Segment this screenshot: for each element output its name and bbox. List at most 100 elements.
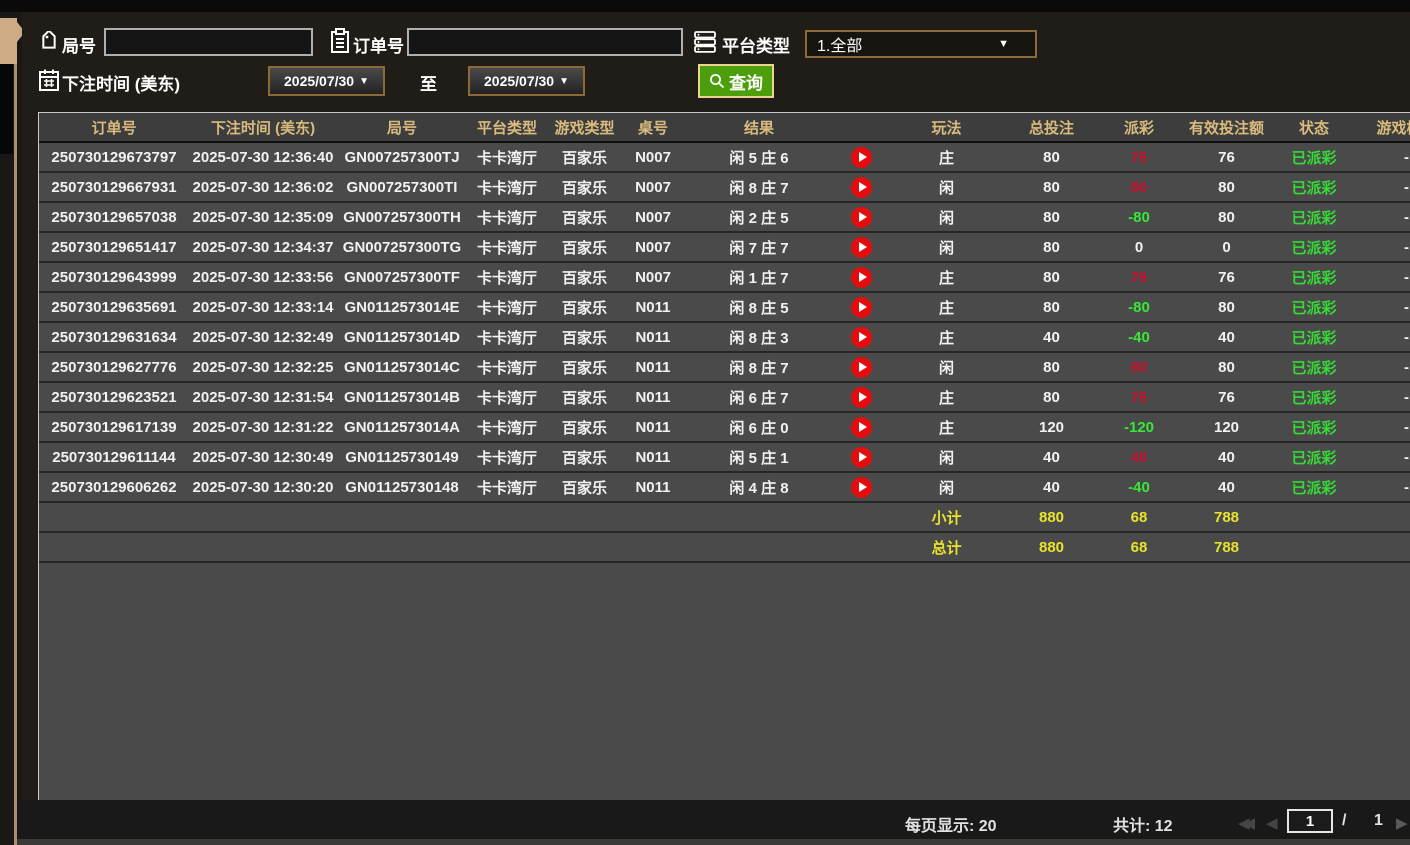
cell-table-no: N011	[635, 418, 671, 436]
cell-result: 闲 8 庄 3	[729, 329, 789, 347]
cell-platform: 卡卡湾厅	[476, 419, 537, 437]
order-no-input[interactable]	[407, 28, 683, 56]
cell-bet-time: 2025-07-30 12:31:22	[192, 418, 334, 436]
cell-table-no: N011	[635, 448, 671, 466]
cell-platform: 卡卡湾厅	[476, 389, 537, 407]
cell-bet-on: 庄	[938, 389, 954, 407]
date-to-picker[interactable]: 2025/07/30 ▼	[468, 66, 585, 96]
cell-round-no: GN0112573014D	[344, 328, 460, 346]
cell-bet-time: 2025-07-30 12:33:14	[192, 298, 334, 316]
cell-game-mode: -	[1404, 178, 1409, 196]
next-page-button[interactable]: ▶	[1396, 814, 1408, 832]
cell-platform: 卡卡湾厅	[476, 449, 537, 467]
table-row: 250730129651417 2025-07-30 12:34:37 GN00…	[39, 233, 1410, 263]
cell-status: 已派彩	[1291, 479, 1337, 497]
cell-order-no: 250730129617139	[51, 418, 177, 436]
query-button[interactable]: 查询	[698, 64, 774, 98]
cell-replay	[834, 206, 889, 228]
bet-time-label: 下注时间 (美东)	[62, 75, 181, 94]
prev-page-button[interactable]: ◀	[1266, 814, 1278, 832]
cell-total-bet: 80	[1043, 208, 1060, 226]
side-notch	[0, 64, 13, 154]
records-panel: 局号 订单号 平台类型 1.全部 ▼ 下注时间 (美东) 2025/07/30 …	[22, 12, 1410, 845]
play-icon[interactable]	[851, 356, 872, 378]
cell-valid-bet: 80	[1218, 178, 1235, 196]
cell-valid-bet: 40	[1218, 478, 1235, 496]
cell-valid-bet: 76	[1218, 388, 1235, 406]
cell-result: 闲 1 庄 7	[729, 269, 789, 287]
play-icon[interactable]	[851, 326, 872, 348]
cell-status: 已派彩	[1291, 329, 1337, 347]
cell-bet-on: 闲	[938, 179, 954, 197]
first-page-button[interactable]: ◀◀	[1238, 814, 1255, 832]
table-row: 250730129627776 2025-07-30 12:32:25 GN01…	[39, 353, 1410, 383]
summary-total-bet: 880	[1038, 538, 1065, 556]
play-icon[interactable]	[851, 266, 872, 288]
cell-bet-on: 闲	[938, 359, 954, 377]
search-icon	[709, 73, 725, 89]
play-icon[interactable]	[851, 446, 872, 468]
cell-valid-bet: 40	[1218, 448, 1235, 466]
cell-valid-bet: 0	[1222, 238, 1231, 256]
header-platform: 平台类型	[476, 119, 537, 137]
play-icon[interactable]	[851, 416, 872, 438]
summary-label: 总计	[931, 539, 962, 557]
cell-game-type: 百家乐	[561, 149, 607, 167]
cell-result: 闲 5 庄 1	[729, 449, 789, 467]
cell-round-no: GN007257300TJ	[344, 148, 460, 166]
cell-replay	[834, 416, 889, 438]
header-result: 结果	[743, 119, 774, 137]
cell-status: 已派彩	[1291, 449, 1337, 467]
page-number-input[interactable]	[1287, 809, 1333, 833]
play-icon[interactable]	[851, 176, 872, 198]
cell-replay	[834, 266, 889, 288]
cell-valid-bet: 80	[1218, 358, 1235, 376]
cell-table-no: N007	[635, 178, 671, 196]
cell-status: 已派彩	[1291, 179, 1337, 197]
cell-order-no: 250730129623521	[51, 388, 177, 406]
header-status: 状态	[1298, 119, 1329, 137]
platform-type-select[interactable]: 1.全部 ▼	[805, 30, 1037, 58]
summary-row: 总计 880 68 788	[39, 533, 1410, 563]
play-icon[interactable]	[851, 146, 872, 168]
cell-bet-time: 2025-07-30 12:33:56	[192, 268, 334, 286]
cell-result: 闲 8 庄 5	[729, 299, 789, 317]
cell-bet-on: 闲	[938, 479, 954, 497]
cell-game-mode: -	[1404, 328, 1409, 346]
cell-total-bet: 80	[1043, 238, 1060, 256]
cell-bet-on: 庄	[938, 419, 954, 437]
summary-label: 小计	[931, 509, 962, 527]
cell-payout: 40	[1130, 448, 1148, 466]
cell-payout: -40	[1128, 328, 1150, 346]
play-icon[interactable]	[851, 206, 872, 228]
play-icon[interactable]	[851, 386, 872, 408]
date-from-picker[interactable]: 2025/07/30 ▼	[268, 66, 385, 96]
cell-result: 闲 6 庄 7	[729, 389, 789, 407]
cell-order-no: 250730129643999	[51, 268, 177, 286]
cell-valid-bet: 40	[1218, 328, 1235, 346]
cell-bet-on: 闲	[938, 209, 954, 227]
cell-replay	[834, 176, 889, 198]
round-no-input[interactable]	[104, 28, 313, 56]
table-row: 250730129631634 2025-07-30 12:32:49 GN01…	[39, 323, 1410, 353]
cell-payout: 0	[1134, 238, 1144, 256]
cell-order-no: 250730129635691	[51, 298, 177, 316]
play-icon[interactable]	[851, 236, 872, 258]
cell-game-type: 百家乐	[561, 299, 607, 317]
cell-platform: 卡卡湾厅	[476, 329, 537, 347]
cell-payout: 76	[1130, 388, 1148, 406]
header-bet-on: 玩法	[931, 119, 962, 137]
cell-table-no: N007	[635, 238, 671, 256]
cell-status: 已派彩	[1291, 239, 1337, 257]
play-icon[interactable]	[851, 476, 872, 498]
cell-payout: 80	[1130, 358, 1148, 376]
cell-game-type: 百家乐	[561, 329, 607, 347]
cell-round-no: GN007257300TI	[346, 178, 458, 196]
play-icon[interactable]	[851, 296, 872, 318]
cell-platform: 卡卡湾厅	[476, 269, 537, 287]
date-to-value: 2025/07/30	[484, 73, 555, 89]
summary-total-bet: 880	[1038, 508, 1065, 526]
cell-table-no: N007	[635, 268, 671, 286]
cell-status: 已派彩	[1291, 149, 1337, 167]
cell-payout: 76	[1130, 268, 1148, 286]
